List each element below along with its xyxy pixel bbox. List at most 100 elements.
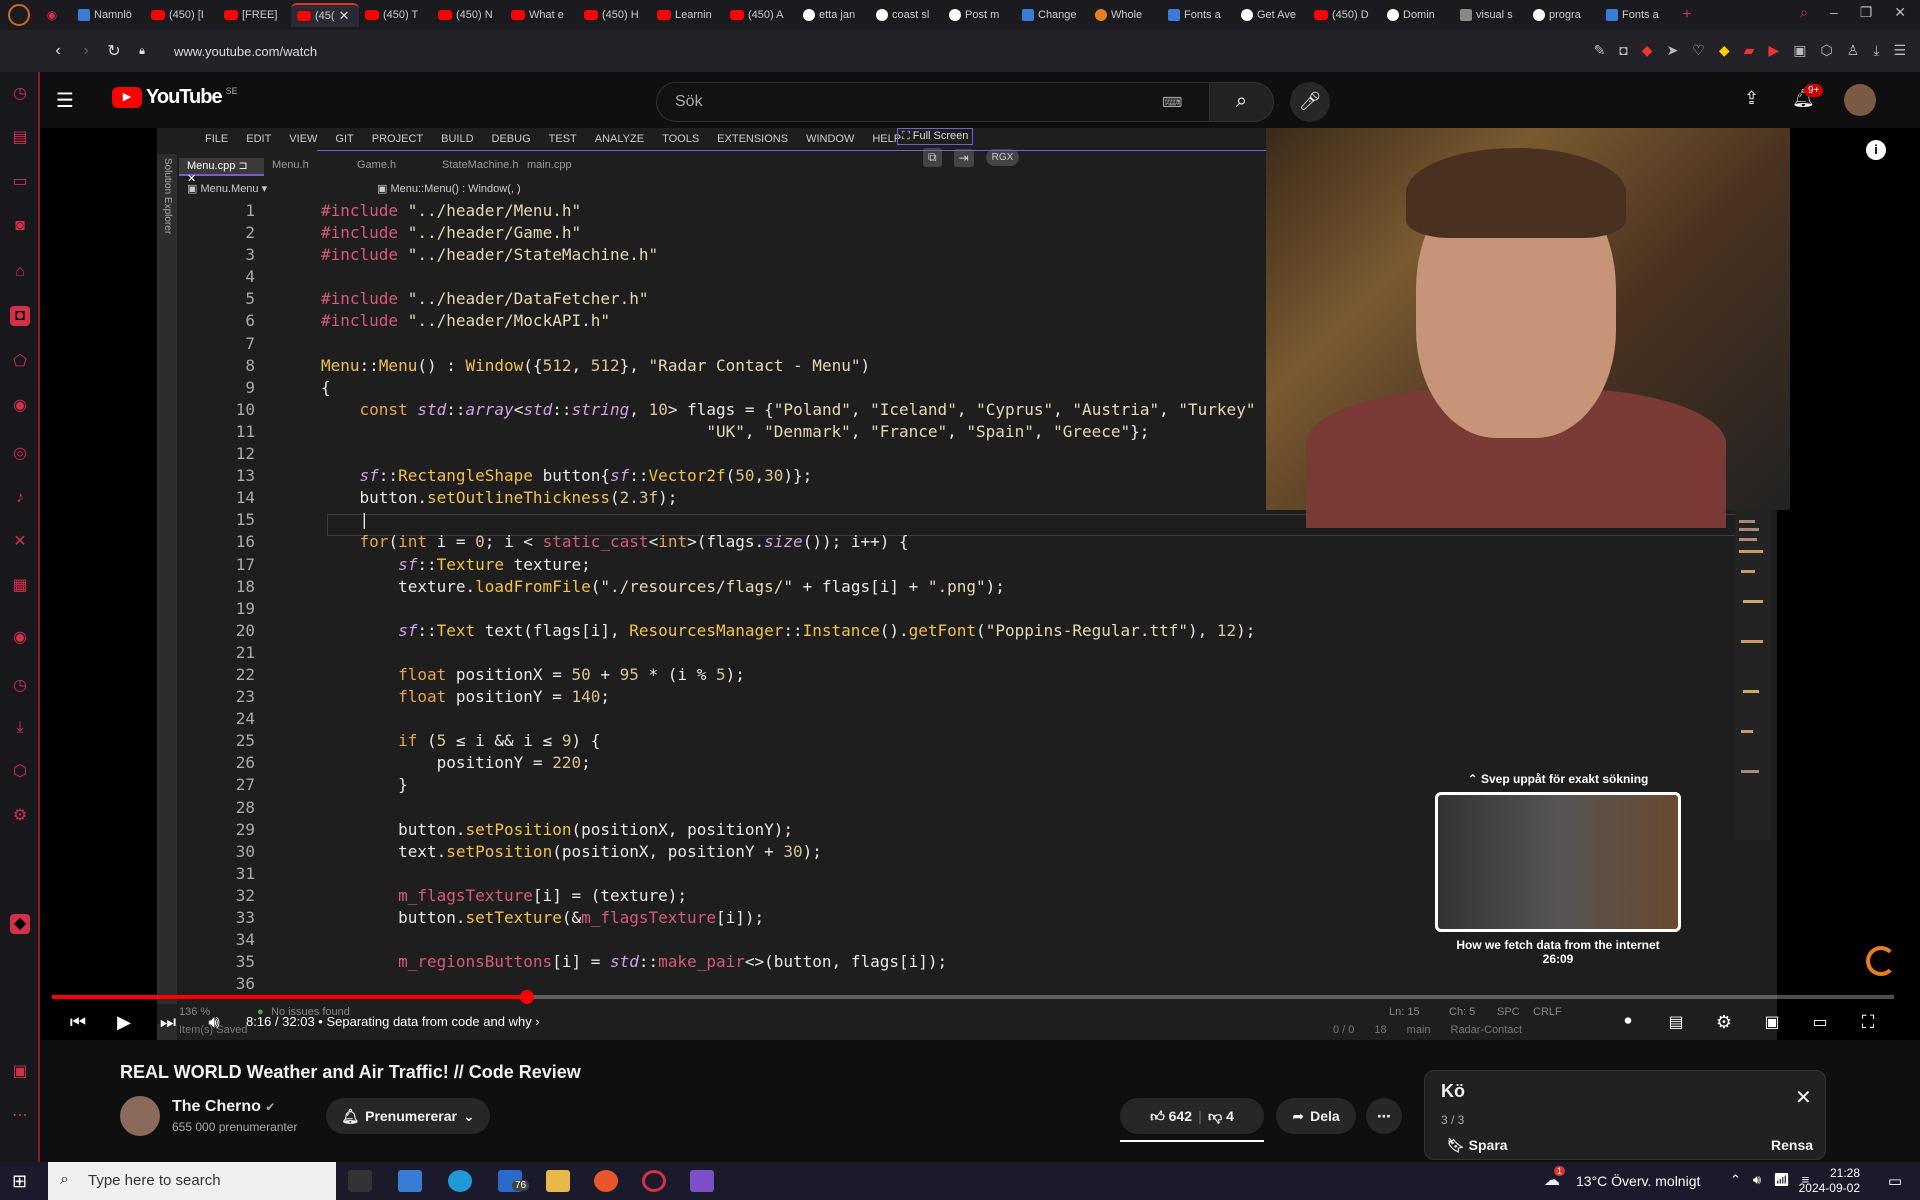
reload-button[interactable]: ↻ bbox=[100, 41, 128, 61]
changes-counter[interactable]: 18 bbox=[1374, 1024, 1386, 1036]
pin-icon[interactable]: ⇥ bbox=[953, 148, 974, 167]
voice-search-button[interactable]: 🎤︎ bbox=[1290, 82, 1330, 122]
discord-icon[interactable]: ◙ bbox=[10, 216, 30, 236]
browser-tab[interactable]: Whole bbox=[1089, 3, 1162, 27]
next-button[interactable]: ⏭ bbox=[154, 1012, 182, 1036]
send-icon[interactable]: ➤ bbox=[1667, 42, 1679, 59]
x-icon[interactable]: ✕ bbox=[10, 532, 30, 552]
miniplayer-icon[interactable]: ▣ bbox=[1758, 1012, 1786, 1036]
network-icon[interactable]: 📶︎ bbox=[1773, 1172, 1790, 1188]
back-button[interactable]: ‹ bbox=[44, 42, 72, 60]
keyboard-icon[interactable]: ⌨ bbox=[1162, 94, 1182, 111]
gx-icon[interactable]: ◘ bbox=[10, 306, 30, 326]
more-actions-button[interactable]: ⋯ bbox=[1366, 1098, 1402, 1134]
close-tab-icon[interactable]: ✕ bbox=[339, 8, 350, 24]
forward-button[interactable]: › bbox=[72, 42, 100, 60]
ide-menu-item[interactable]: WINDOW bbox=[806, 133, 854, 145]
browser-tab[interactable]: [FREE] bbox=[218, 3, 291, 27]
firefox-icon[interactable] bbox=[594, 1170, 618, 1192]
browser-tab[interactable]: (450) D bbox=[1308, 3, 1381, 27]
menu-icon[interactable]: ☰ bbox=[1893, 42, 1906, 59]
browser-tab[interactable]: (450) H bbox=[578, 3, 651, 27]
browser-tab[interactable]: (450) A bbox=[724, 3, 797, 27]
repo-name[interactable]: Radar-Contact bbox=[1451, 1024, 1523, 1036]
channel-avatar[interactable] bbox=[120, 1096, 160, 1136]
browser-tab[interactable]: (450) N bbox=[432, 3, 505, 27]
spotify-icon[interactable]: ◉ bbox=[10, 628, 30, 648]
clock[interactable]: 21:28 2024-09-02 bbox=[1799, 1166, 1860, 1196]
ide-menu-item[interactable]: EDIT bbox=[246, 133, 271, 145]
ide-menu-item[interactable]: TEST bbox=[549, 133, 577, 145]
account-avatar[interactable] bbox=[1844, 84, 1876, 116]
speaker-icon[interactable]: 🔊︎ bbox=[1753, 1172, 1761, 1188]
opera-logo-icon[interactable] bbox=[8, 4, 30, 26]
youtube-ext-icon[interactable]: ▶ bbox=[1768, 42, 1779, 59]
ide-menu-item[interactable]: BUILD bbox=[441, 133, 473, 145]
clock-icon[interactable]: ◷ bbox=[10, 676, 30, 696]
save-queue-button[interactable]: 🔖︎ Spara bbox=[1447, 1137, 1508, 1154]
downloads-icon[interactable]: ⤓ bbox=[10, 718, 30, 738]
camera-icon[interactable]: ◘ bbox=[1619, 42, 1627, 59]
download-icon[interactable]: ⤓ bbox=[1873, 42, 1879, 59]
info-icon[interactable]: i bbox=[1866, 140, 1886, 160]
end-card-thumbnail[interactable] bbox=[1435, 792, 1681, 932]
browser-tab[interactable]: (45(✕ bbox=[291, 3, 359, 27]
previous-button[interactable]: ⏮ bbox=[64, 1012, 92, 1036]
settings-gear-icon[interactable]: ⚙ bbox=[1710, 1012, 1738, 1036]
tiktok-icon[interactable]: ♪ bbox=[10, 488, 30, 508]
create-icon[interactable]: ⇪ bbox=[1744, 88, 1759, 109]
member-dropdown[interactable]: ▣ Menu::Menu() : Window(, ) bbox=[377, 182, 521, 198]
restore-button[interactable]: ❐ bbox=[1860, 4, 1873, 21]
instagram-icon[interactable]: ◎ bbox=[10, 444, 30, 464]
ide-menu-item[interactable]: VIEW bbox=[289, 133, 317, 145]
gamepad-icon[interactable]: ◉ bbox=[38, 8, 66, 22]
share-button[interactable]: ➦ Dela bbox=[1276, 1098, 1356, 1134]
home-icon[interactable]: ⌂ bbox=[10, 262, 30, 282]
theater-mode-icon[interactable]: ▭ bbox=[1806, 1012, 1834, 1036]
browser-tab[interactable]: (450) T bbox=[359, 3, 432, 27]
snapshot-icon[interactable]: ▣ bbox=[10, 1062, 30, 1082]
browser-tab[interactable]: progra bbox=[1527, 3, 1600, 27]
browser-tab[interactable]: Namnlö bbox=[72, 3, 145, 27]
tray-chevron-icon[interactable]: ⌃ bbox=[1730, 1172, 1741, 1188]
ide-menu-item[interactable]: PROJECT bbox=[372, 133, 423, 145]
ide-menu-item[interactable]: DEBUG bbox=[492, 133, 531, 145]
document-tab[interactable]: main.cpp bbox=[519, 158, 604, 176]
youtube-logo[interactable]: ▶ YouTube SE bbox=[112, 86, 238, 109]
browser-tab[interactable]: etta jan bbox=[797, 3, 870, 27]
pentagon-icon[interactable]: ⬠ bbox=[10, 352, 30, 372]
close-queue-icon[interactable]: ✕ bbox=[1795, 1085, 1812, 1110]
messenger-icon[interactable]: ◉ bbox=[10, 396, 30, 416]
edit-icon[interactable]: ✎ bbox=[1594, 42, 1606, 59]
chapter-label[interactable]: Separating data from code and why bbox=[326, 1014, 531, 1029]
browser-tab[interactable]: visual s bbox=[1454, 3, 1527, 27]
volume-icon[interactable]: 🔊︎ bbox=[200, 1012, 228, 1036]
subtitles-icon[interactable]: ▤ bbox=[1662, 1012, 1690, 1036]
search-input[interactable]: Sök bbox=[656, 82, 1210, 122]
store-icon[interactable] bbox=[398, 1170, 422, 1192]
more-icon[interactable]: ⋯ bbox=[10, 1106, 30, 1126]
cube-icon[interactable]: ⬡ bbox=[10, 762, 30, 782]
subscribe-button[interactable]: 🔔︎ Prenumererar ⌄ bbox=[326, 1098, 490, 1134]
twitch-icon[interactable]: ▭ bbox=[10, 172, 30, 192]
ide-menu-item[interactable]: EXTENSIONS bbox=[717, 133, 788, 145]
browser-tab[interactable]: Learnin bbox=[651, 3, 724, 27]
search-button[interactable]: ⌕ bbox=[1210, 82, 1274, 122]
ide-menu-item[interactable]: FILE bbox=[205, 133, 228, 145]
browser-tab[interactable]: coast sl bbox=[870, 3, 943, 27]
file-explorer-icon[interactable] bbox=[546, 1170, 570, 1192]
channel-name[interactable]: The Cherno ✔ bbox=[172, 1098, 275, 1116]
clear-queue-button[interactable]: Rensa bbox=[1771, 1137, 1813, 1153]
settings-icon[interactable]: ⚙ bbox=[10, 806, 30, 826]
browser-tab[interactable]: Change bbox=[1016, 3, 1089, 27]
browser-tab[interactable]: What e bbox=[505, 3, 578, 27]
search-tabs-icon[interactable]: ⌕ bbox=[1800, 4, 1808, 21]
like-button[interactable]: 👍︎ 642 bbox=[1150, 1108, 1192, 1125]
rgx-button[interactable]: RGX bbox=[985, 149, 1020, 166]
play-button[interactable]: ▶ bbox=[110, 1012, 138, 1036]
scope-dropdown[interactable]: ▣ Menu.Menu ▾ bbox=[187, 182, 357, 198]
minimize-button[interactable]: – bbox=[1830, 4, 1838, 21]
dislike-button[interactable]: 👎︎ 4 bbox=[1208, 1108, 1234, 1125]
snapshot-icon[interactable]: ▣ bbox=[1793, 42, 1806, 59]
document-tab[interactable]: Menu.h bbox=[264, 158, 349, 176]
